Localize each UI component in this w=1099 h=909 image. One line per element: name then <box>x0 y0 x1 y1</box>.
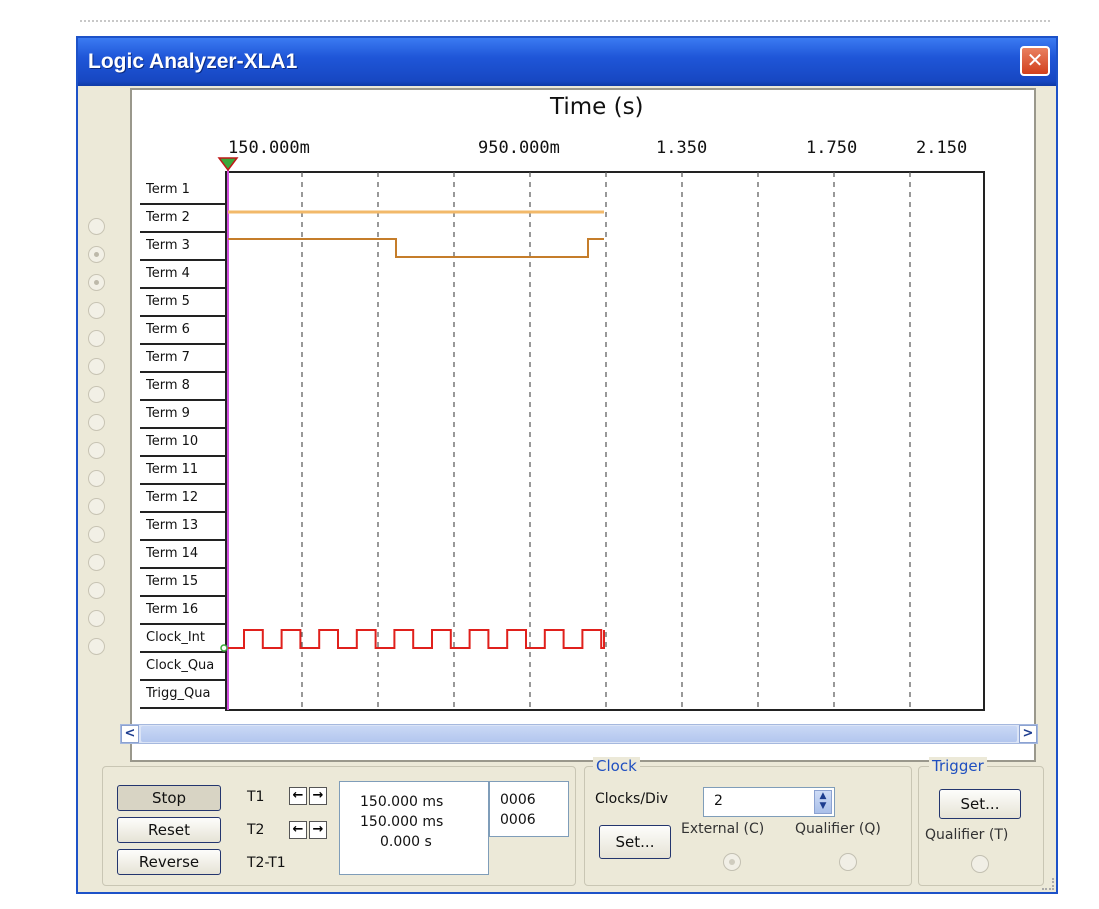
channel-label: Term 10 <box>146 434 199 449</box>
channel-label: Clock_Qua <box>146 658 215 673</box>
clocks-div-spinner[interactable]: 2 ▲ ▼ <box>703 787 835 817</box>
qualifier-t-label: Qualifier (T) <box>925 827 1009 843</box>
arrow-right-icon: → <box>312 822 324 837</box>
trigger-set-button[interactable]: Set... <box>939 789 1021 819</box>
channel-label: Term 9 <box>146 406 190 421</box>
channel-label: Clock_Int <box>146 630 205 645</box>
external-label: External (C) <box>681 821 765 837</box>
trigger-group: Trigger Set... Qualifier (T) <box>918 757 1044 886</box>
clocks-div-label: Clocks/Div <box>595 791 669 807</box>
trigger-group-title: Trigger <box>929 757 987 775</box>
t2-label: T2 <box>247 822 265 838</box>
pin-radio[interactable] <box>88 218 105 235</box>
channel-label: Term 2 <box>146 210 190 225</box>
waveform-display: Time (s) 150.000m 950.000m 1.350 1.750 2… <box>130 88 1036 762</box>
x-tick-label: 2.150 <box>916 138 968 158</box>
t2-left-button[interactable]: ← <box>289 821 307 839</box>
qualifier-t-radio[interactable] <box>971 855 989 873</box>
pin-radio[interactable] <box>88 358 105 375</box>
pin-radio[interactable] <box>88 610 105 627</box>
t2-t1-time-value: 0.000 s <box>380 834 432 850</box>
chevron-right-icon: > <box>1022 726 1034 741</box>
pin-radio[interactable] <box>88 246 105 263</box>
waveform-svg <box>140 157 985 711</box>
window-title: Logic Analyzer-XLA1 <box>88 50 298 73</box>
x-tick-label: 1.750 <box>806 138 858 158</box>
cursor-control-panel: Stop Reset Reverse T1 T2 T2-T1 ← → ← → 1… <box>102 766 576 886</box>
clock-group: Clock Clocks/Div 2 ▲ ▼ Set... External (C… <box>584 757 912 886</box>
t1-right-button[interactable]: → <box>309 787 327 805</box>
pin-radio[interactable] <box>88 302 105 319</box>
arrow-right-icon: → <box>312 788 324 803</box>
pin-radio[interactable] <box>88 582 105 599</box>
channel-label: Term 8 <box>146 378 190 393</box>
external-radio[interactable] <box>723 853 741 871</box>
channel-label: Term 5 <box>146 294 190 309</box>
x-tick-label: 150.000m <box>228 138 310 158</box>
arrow-left-icon: ← <box>292 822 304 837</box>
resize-grip-icon[interactable] <box>1042 878 1054 890</box>
channel-label: Term 16 <box>146 602 199 617</box>
t1-code-value: 0006 <box>500 792 536 808</box>
pin-radio[interactable] <box>88 414 105 431</box>
t2-right-button[interactable]: → <box>309 821 327 839</box>
pin-radio[interactable] <box>88 638 105 655</box>
time-readout: 150.000 ms 150.000 ms 0.000 s <box>339 781 489 875</box>
channel-label: Term 3 <box>146 238 190 253</box>
pin-radio[interactable] <box>88 554 105 571</box>
channel-label: Term 7 <box>146 350 190 365</box>
clocks-div-value: 2 <box>714 793 723 809</box>
channel-label: Term 14 <box>146 546 199 561</box>
logic-analyzer-window: Logic Analyzer-XLA1 ✕ Time (s) 150.000m … <box>76 36 1058 894</box>
title-bar[interactable]: Logic Analyzer-XLA1 <box>78 38 1056 86</box>
channel-label: Term 4 <box>146 266 190 281</box>
qualifier-q-label: Qualifier (Q) <box>795 821 881 837</box>
scroll-thumb[interactable] <box>141 726 1017 742</box>
t2-t1-label: T2-T1 <box>247 855 286 871</box>
top-dotted-guide <box>80 20 1050 26</box>
pin-radio[interactable] <box>88 274 105 291</box>
clock-set-button[interactable]: Set... <box>599 825 671 859</box>
arrow-left-icon: ← <box>292 788 304 803</box>
t1-time-value: 150.000 ms <box>360 794 444 810</box>
x-tick-label: 950.000m <box>478 138 560 158</box>
qualifier-q-radio[interactable] <box>839 853 857 871</box>
t1-label: T1 <box>247 789 265 805</box>
clock-group-title: Clock <box>593 757 640 775</box>
time-axis-title: Time (s) <box>550 94 644 120</box>
channel-label: Trigg_Qua <box>146 686 211 701</box>
stop-button[interactable]: Stop <box>117 785 221 811</box>
close-button[interactable]: ✕ <box>1020 46 1050 76</box>
cursor-marker-icon <box>217 157 239 172</box>
channel-label: Term 6 <box>146 322 190 337</box>
code-readout: 0006 0006 <box>489 781 569 837</box>
pin-radio[interactable] <box>88 386 105 403</box>
t1-left-button[interactable]: ← <box>289 787 307 805</box>
clock-int-trace <box>228 629 605 649</box>
spinner-arrows-icon[interactable]: ▲ ▼ <box>814 790 832 814</box>
pin-radio[interactable] <box>88 470 105 487</box>
horizontal-scrollbar[interactable]: < > <box>120 724 1038 744</box>
close-icon: ✕ <box>1026 48 1044 72</box>
plot-border <box>225 171 985 711</box>
chevron-left-icon: < <box>124 726 136 741</box>
clock-marker-icon <box>220 644 228 652</box>
pin-radio[interactable] <box>88 498 105 515</box>
t2-time-value: 150.000 ms <box>360 814 444 830</box>
reset-button[interactable]: Reset <box>117 817 221 843</box>
pin-radio[interactable] <box>88 526 105 543</box>
channel-label: Term 12 <box>146 490 199 505</box>
channel-label: Term 15 <box>146 574 199 589</box>
term3-trace <box>228 238 604 258</box>
channel-label: Term 1 <box>146 182 190 197</box>
scroll-left-button[interactable]: < <box>121 725 139 743</box>
channel-label: Term 13 <box>146 518 199 533</box>
pin-radio[interactable] <box>88 442 105 459</box>
x-tick-label: 1.350 <box>656 138 708 158</box>
reverse-button[interactable]: Reverse <box>117 849 221 875</box>
pin-radio[interactable] <box>88 330 105 347</box>
scroll-right-button[interactable]: > <box>1019 725 1037 743</box>
t2-code-value: 0006 <box>500 812 536 828</box>
channel-label: Term 11 <box>146 462 199 477</box>
